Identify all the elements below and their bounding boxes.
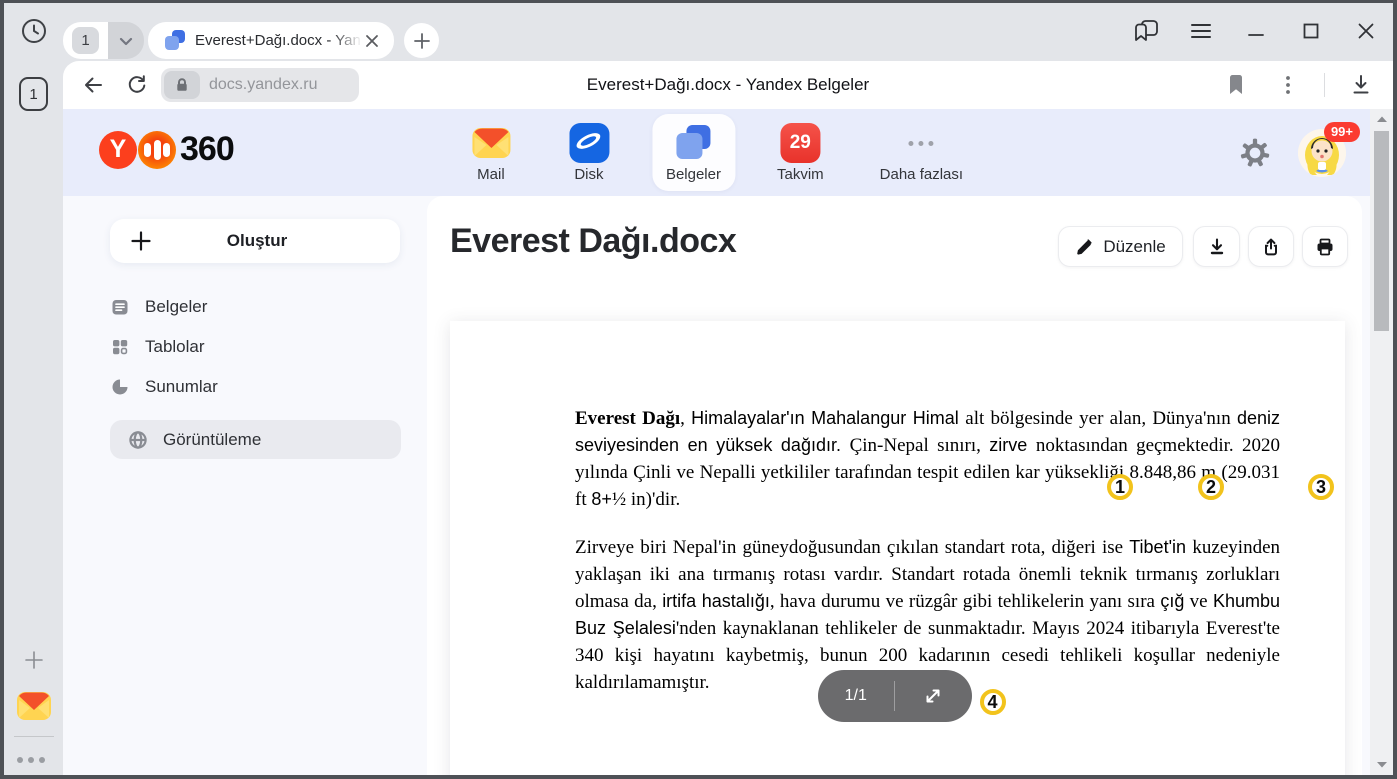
tab-group-expand-button[interactable] <box>108 22 144 59</box>
calendar-icon: 29 <box>780 122 820 164</box>
doc-text: Everest Dağı, Himalayalar'ın Mahalangur … <box>575 405 1280 696</box>
annotation-badge-3: 3 <box>1308 474 1334 500</box>
calendar-date-badge: 29 <box>780 123 820 163</box>
new-tab-button[interactable] <box>404 23 439 58</box>
tab-close-icon[interactable] <box>362 31 382 51</box>
logo-o-icon <box>138 131 176 169</box>
address-bar[interactable]: docs.yandex.ru <box>161 68 359 102</box>
lock-icon[interactable] <box>164 71 200 99</box>
page-indicator-pill[interactable]: 1/1 <box>818 670 972 722</box>
app-nav: Mail Disk Belgeler <box>456 109 977 196</box>
scroll-up-arrow-icon[interactable] <box>1370 115 1393 123</box>
annotation-badge-2: 2 <box>1198 474 1224 500</box>
bookmark-flag-icon <box>1228 75 1244 95</box>
more-options-button[interactable] <box>1272 69 1304 101</box>
scroll-down-arrow-icon[interactable] <box>1370 761 1393 769</box>
close-window-button[interactable] <box>1351 16 1381 46</box>
disk-icon <box>569 122 609 164</box>
yandex-mail-shortcut[interactable] <box>15 687 53 725</box>
print-doc-button[interactable] <box>1302 226 1348 267</box>
download-arrow-icon <box>1350 74 1372 96</box>
menu-button[interactable] <box>1186 16 1216 46</box>
tab-title: Everest+Dağı.docx - Yan <box>195 32 362 49</box>
nav-item-more[interactable]: Daha fazlası <box>866 114 977 191</box>
globe-icon <box>128 430 148 450</box>
yandex-docs-page: Y 360 Mail Disk <box>63 109 1370 775</box>
fullscreen-button[interactable] <box>895 686 972 706</box>
nav-item-takvim[interactable]: 29 Takvim <box>763 114 838 191</box>
download-icon <box>1207 237 1227 257</box>
printer-icon <box>1315 237 1335 257</box>
kebab-icon <box>1285 75 1291 95</box>
annotation-badge-1: 1 <box>1107 474 1133 500</box>
add-panel-button[interactable] <box>21 647 47 673</box>
annotation-badge-4: 4 <box>980 689 1006 715</box>
toolbar-divider <box>1324 73 1325 97</box>
pencil-icon <box>1075 238 1093 256</box>
create-button[interactable]: Oluştur <box>110 219 400 263</box>
active-tab[interactable]: Everest+Dağı.docx - Yan <box>148 22 394 59</box>
tab-bar: 1 Everest+Dağı.docx - Yan <box>4 3 1393 61</box>
minimize-button[interactable] <box>1241 16 1271 46</box>
docs-body: Oluştur Belgeler Tablolar <box>63 196 1370 775</box>
history-clock-icon[interactable] <box>19 16 49 46</box>
page-title: Everest+Dağı.docx - Yandex Belgeler <box>203 75 1253 95</box>
page-count: 1/1 <box>818 687 895 705</box>
plus-icon <box>130 230 152 252</box>
url-text: docs.yandex.ru <box>209 76 318 94</box>
bookmark-button[interactable] <box>1220 69 1252 101</box>
edit-button[interactable]: Düzenle <box>1058 226 1183 267</box>
logo-y-icon: Y <box>99 131 137 169</box>
page-scrollbar[interactable] <box>1370 109 1393 775</box>
document-icon <box>110 297 130 317</box>
maximize-button[interactable] <box>1296 16 1326 46</box>
docs-icon <box>673 122 713 164</box>
web-content: Y 360 Mail Disk <box>63 109 1393 775</box>
tab-group[interactable]: 1 <box>63 22 144 59</box>
downloads-button[interactable] <box>1345 69 1377 101</box>
nav-item-disk[interactable]: Disk <box>554 114 624 191</box>
document-title: Everest Dağı.docx <box>450 222 736 261</box>
browser-window: 1 Everest+Dağı.docx - Yan <box>4 3 1393 775</box>
sidebar-item-tablolar[interactable]: Tablolar <box>110 327 400 367</box>
nav-item-belgeler[interactable]: Belgeler <box>652 114 735 191</box>
yandex360-header: Y 360 Mail Disk <box>63 109 1370 196</box>
notification-badge: 99+ <box>1324 122 1360 142</box>
ellipsis-icon <box>909 122 934 164</box>
reload-button[interactable] <box>121 69 153 101</box>
back-button[interactable] <box>77 69 109 101</box>
sidebar-item-goruntuleme[interactable]: Görüntüleme <box>110 420 401 459</box>
plus-icon <box>23 649 45 671</box>
plus-icon <box>413 32 431 50</box>
pie-chart-icon <box>110 377 130 397</box>
chevron-down-icon <box>116 31 136 51</box>
strip-more-button[interactable] <box>17 757 45 763</box>
doc-view-panel: Everest Dağı.docx Düzenle 1 <box>427 196 1362 775</box>
grid-icon <box>110 337 130 357</box>
share-icon <box>1261 237 1281 257</box>
mail-icon <box>470 122 512 164</box>
sidebar-item-sunumlar[interactable]: Sunumlar <box>110 367 400 407</box>
sidebar-item-belgeler[interactable]: Belgeler <box>110 287 400 327</box>
hamburger-icon <box>1190 22 1212 40</box>
nav-item-mail[interactable]: Mail <box>456 114 526 191</box>
share-doc-button[interactable] <box>1248 226 1294 267</box>
tab-group-count-chip: 1 <box>72 27 99 54</box>
scrollbar-thumb[interactable] <box>1374 131 1389 331</box>
strip-divider <box>14 736 54 737</box>
doc-paragraph: Everest Dağı, Himalayalar'ın Mahalangur … <box>575 405 1280 513</box>
docs-favicon-icon <box>164 30 186 52</box>
yandex360-logo[interactable]: Y 360 <box>99 130 234 169</box>
mail-icon <box>15 687 53 725</box>
logo-360-text: 360 <box>180 130 234 169</box>
browser-side-strip: 1 <box>4 61 63 775</box>
tab-group-count[interactable]: 1 <box>63 22 108 59</box>
side-panels-button[interactable] <box>1131 16 1161 46</box>
browser-toolbar: docs.yandex.ru Everest+Dağı.docx - Yande… <box>63 61 1393 109</box>
settings-gear-icon[interactable] <box>1238 136 1272 170</box>
download-doc-button[interactable] <box>1193 226 1240 267</box>
expand-icon <box>923 686 943 706</box>
docs-sidebar: Oluştur Belgeler Tablolar <box>63 196 427 775</box>
tab-panel-tile[interactable]: 1 <box>19 77 48 111</box>
